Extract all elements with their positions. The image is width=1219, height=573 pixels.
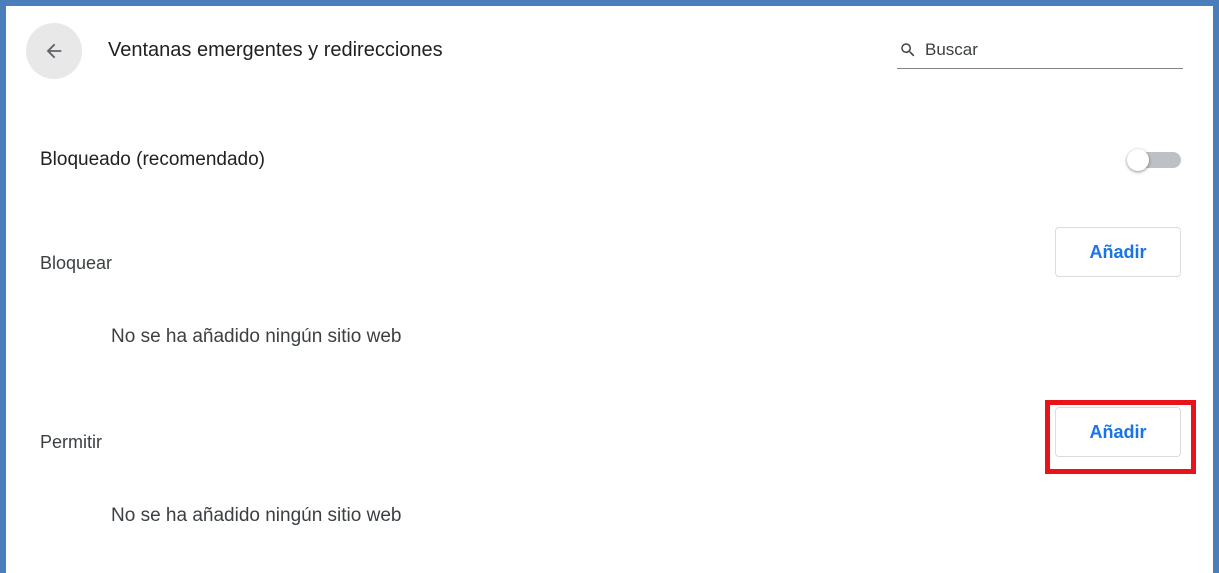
toggle-knob [1127, 149, 1149, 171]
back-button[interactable] [26, 23, 82, 79]
allow-add-button[interactable]: Añadir [1055, 407, 1181, 457]
block-empty-text: No se ha añadido ningún sitio web [111, 326, 402, 347]
settings-page: Ventanas emergentes y redirecciones Bloq… [0, 0, 1219, 573]
blocked-setting-label: Bloqueado (recomendado) [40, 149, 265, 170]
page-title: Ventanas emergentes y redirecciones [108, 39, 443, 61]
blocked-toggle[interactable] [1127, 149, 1183, 171]
allow-empty-text: No se ha añadido ningún sitio web [111, 505, 402, 526]
back-arrow-icon [46, 43, 62, 59]
block-add-button[interactable]: Añadir [1055, 227, 1181, 277]
search-field[interactable] [897, 32, 1183, 69]
page-header: Ventanas emergentes y redirecciones [6, 6, 1213, 98]
allow-section-label: Permitir [40, 432, 102, 452]
block-section-label: Bloquear [40, 253, 113, 273]
search-icon [897, 39, 919, 61]
search-input[interactable] [925, 40, 1165, 60]
